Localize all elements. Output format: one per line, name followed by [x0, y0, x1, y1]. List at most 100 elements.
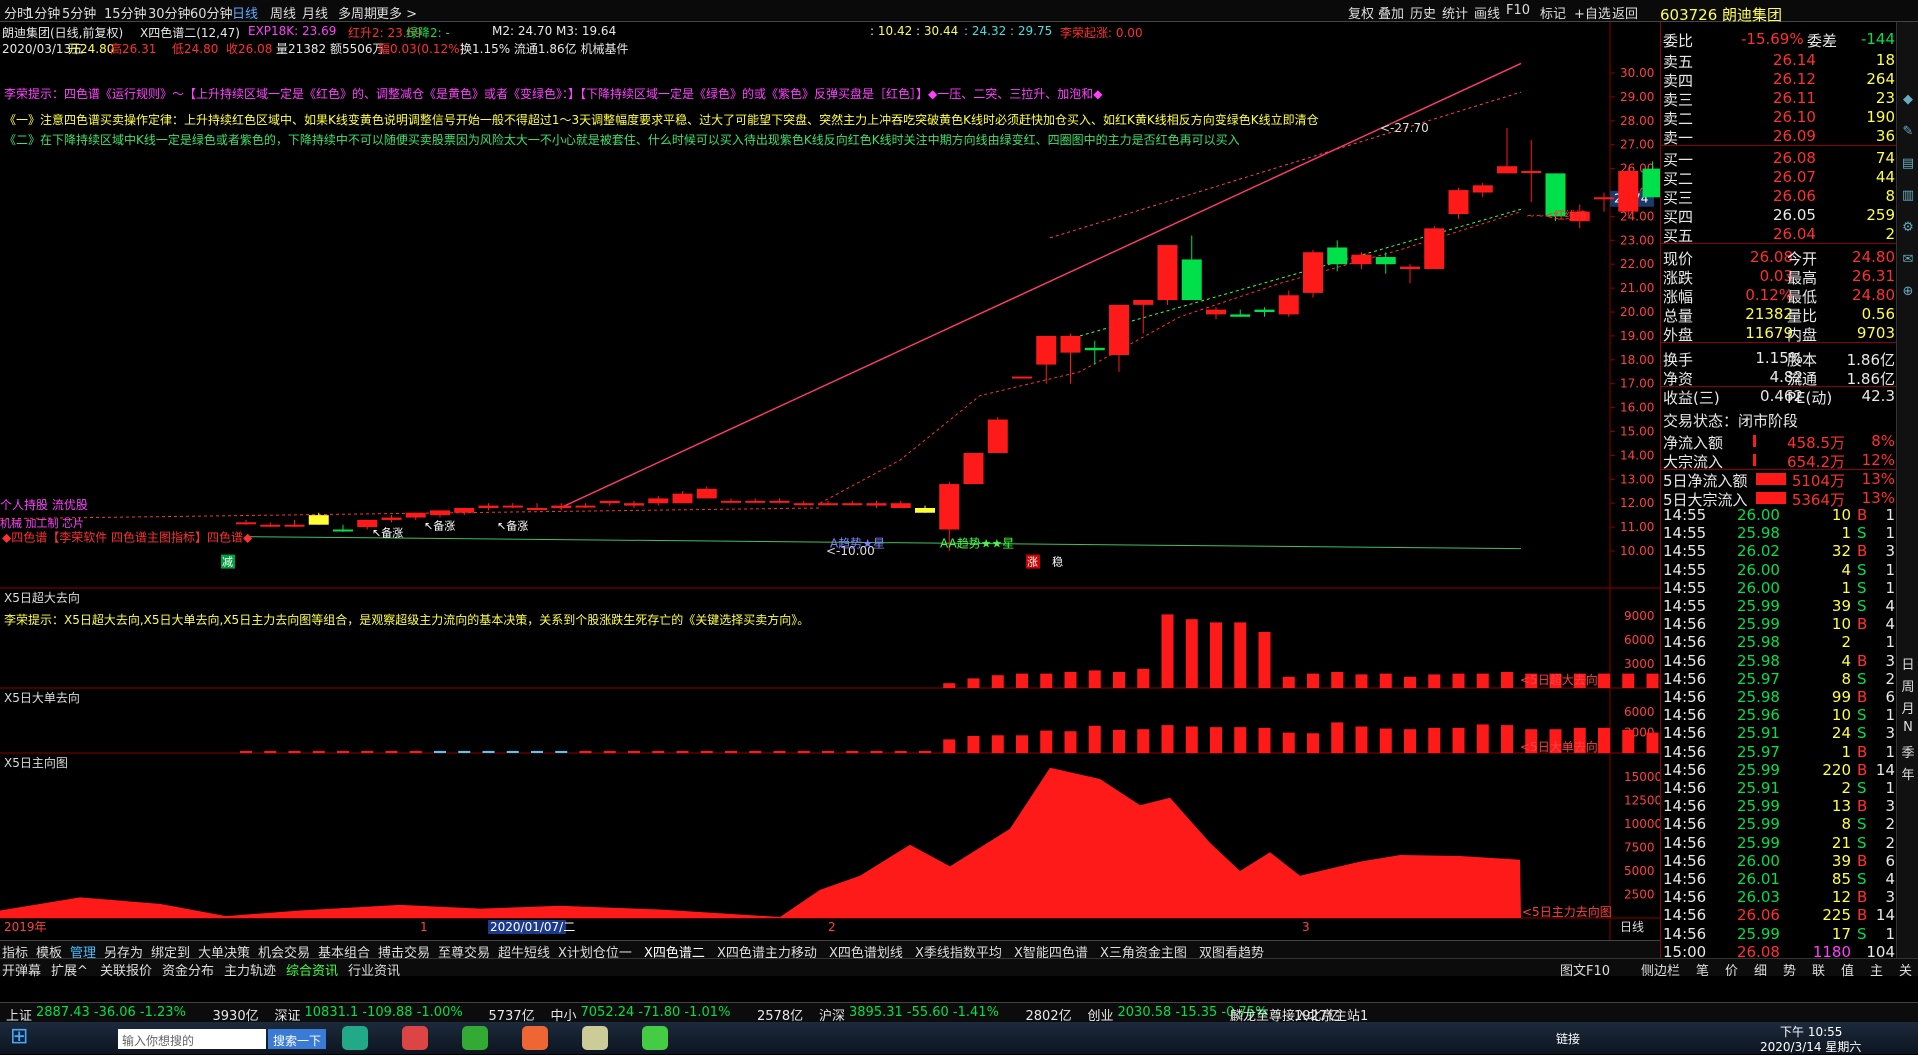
- right-tab-2[interactable]: 笔: [1696, 960, 1709, 979]
- stat-1-c0: 涨跌: [1663, 267, 1693, 288]
- bottom-tab-1[interactable]: 扩展^: [51, 960, 88, 979]
- tf-2[interactable]: 5分钟: [62, 3, 96, 22]
- sub1-bar-36: [1113, 672, 1125, 688]
- price-label-20: 10.00: [1620, 544, 1654, 558]
- kline-chart[interactable]: 30.0029.0028.0027.0026.0025.0024.0023.00…: [0, 22, 1660, 940]
- time-sel: 2020/01/07/二: [490, 920, 575, 934]
- sidebar-btn-0[interactable]: 日: [1897, 654, 1918, 673]
- sub2-bar-0: [240, 751, 252, 753]
- taskbar-app-4-icon[interactable]: [582, 1026, 608, 1050]
- sidebar-icon-3[interactable]: ▥: [1897, 188, 1918, 203]
- right-tab-9[interactable]: 关: [1899, 960, 1912, 979]
- sub1-bar-44: [1307, 674, 1319, 688]
- sidebar-icon-5[interactable]: ✉: [1897, 252, 1918, 267]
- search-box[interactable]: 输入你想搜的: [118, 1029, 266, 1049]
- note-0: 李荣提示：四色谱《运行规则》～【上升持续区域一定是《红色》的、调整减仓《是黄色》…: [4, 86, 1103, 101]
- sidebar-icon-4[interactable]: ⚙: [1897, 220, 1918, 235]
- taskbar-app-0-icon[interactable]: [342, 1026, 368, 1050]
- sidebar-btn-1[interactable]: 周: [1897, 676, 1918, 695]
- tick-9-c4: 2: [1885, 670, 1895, 688]
- right-tab-6[interactable]: 联: [1812, 960, 1825, 979]
- tick-0-c1: 26.00: [1737, 506, 1780, 524]
- right-tab-0[interactable]: 图文F10: [1560, 960, 1610, 979]
- right-tab-7[interactable]: 值: [1841, 960, 1854, 979]
- sub2-bar-11: [507, 751, 519, 753]
- candle-body-21: [745, 501, 765, 503]
- toolbar-btn-4[interactable]: 画线: [1474, 3, 1500, 22]
- bottom-tab-6[interactable]: 行业资讯: [348, 960, 400, 979]
- index-1-val: 10831.1 -109.88 -1.00%: [305, 1005, 463, 1020]
- sub2-bar-31: [992, 735, 1004, 753]
- tick-17: 14:5625.998S2: [1661, 815, 1897, 834]
- price-label-16: 14.00: [1620, 448, 1654, 462]
- time-m3: 3: [1302, 920, 1310, 934]
- right-tab-3[interactable]: 价: [1725, 960, 1738, 979]
- ask-4-c1: 26.09: [1773, 127, 1816, 145]
- toolbar-btn-3[interactable]: 统计: [1442, 3, 1468, 22]
- taskbar-app-5-icon[interactable]: [642, 1026, 668, 1050]
- sub2-bar-18: [677, 751, 689, 753]
- right-tab-8[interactable]: 主: [1870, 960, 1883, 979]
- tick-11-c2: 10: [1811, 706, 1851, 724]
- sidebar-icon-6[interactable]: ⊕: [1897, 284, 1918, 299]
- sub2-bar-2: [289, 751, 301, 753]
- quote-panel: 委比-15.69%委差-144卖五26.1418卖四26.12264卖三26.1…: [1660, 22, 1896, 972]
- tick-14-c4: 14: [1876, 761, 1895, 779]
- ask-1-c0: 卖四: [1663, 70, 1693, 91]
- toolbar-btn-2[interactable]: 历史: [1410, 3, 1436, 22]
- tick-18-c0: 14:56: [1663, 834, 1706, 852]
- ask-0: 卖五26.1418: [1661, 51, 1897, 70]
- sidebar-btn-3[interactable]: N: [1897, 720, 1918, 735]
- toolbar-btn-7[interactable]: +自选: [1574, 3, 1611, 22]
- sidebar-btn-2[interactable]: 月: [1897, 698, 1918, 717]
- candle-body-42: [1255, 310, 1275, 312]
- tf-9[interactable]: 多周期: [338, 3, 377, 22]
- taskbar-app-1-icon[interactable]: [402, 1026, 428, 1050]
- stat-4-c0: 外盘: [1663, 324, 1693, 345]
- toolbar-btn-1[interactable]: 叠加: [1378, 3, 1404, 22]
- tf-8[interactable]: 月线: [302, 3, 328, 22]
- tf-1[interactable]: 1分钟: [26, 3, 60, 22]
- tf-7[interactable]: 周线: [270, 3, 296, 22]
- stat-0-c0: 现价: [1663, 248, 1693, 269]
- start-button[interactable]: ⊞: [10, 1024, 28, 1049]
- bottom-tab-4[interactable]: 主力轨迹: [224, 960, 276, 979]
- tf-6[interactable]: 日线: [232, 3, 258, 22]
- bid-4-c1: 26.04: [1773, 225, 1816, 243]
- taskbar-app-2-icon[interactable]: [462, 1026, 488, 1050]
- bottom-tab-2[interactable]: 关联报价: [100, 960, 152, 979]
- tf-4[interactable]: 30分钟: [148, 3, 191, 22]
- tick-20-c3: S: [1857, 870, 1867, 888]
- sidebar-btn-4[interactable]: 季: [1897, 742, 1918, 761]
- sidebar-icon-2[interactable]: ▤: [1897, 156, 1918, 171]
- taskbar-app-3-icon[interactable]: [522, 1026, 548, 1050]
- sidebar-btn-5[interactable]: 年: [1897, 764, 1918, 783]
- right-tab-4[interactable]: 细: [1754, 960, 1767, 979]
- tick-15-c0: 14:56: [1663, 779, 1706, 797]
- toolbar-btn-5[interactable]: F10: [1506, 3, 1530, 18]
- right-tab-5[interactable]: 势: [1783, 960, 1796, 979]
- price-label-19: 11.00: [1620, 520, 1654, 534]
- tf-5[interactable]: 60分钟: [190, 3, 233, 22]
- support-dash-green: [1080, 209, 1521, 336]
- tick-4-c3: S: [1857, 579, 1867, 597]
- tf-3[interactable]: 15分钟: [104, 3, 147, 22]
- tick-2-c3: B: [1857, 542, 1867, 560]
- bid-3-c1: 26.05: [1773, 206, 1816, 224]
- search-button[interactable]: 搜索一下: [268, 1029, 326, 1049]
- bottom-tab-0[interactable]: 开弹幕: [2, 960, 41, 979]
- right-sidebar: 日周月N季年 ◆ ✎ ▤ ▥ ⚙ ✉ ⊕: [1896, 22, 1918, 972]
- sidebar-icon-1[interactable]: ✎: [1897, 124, 1918, 139]
- tick-3: 14:5526.004S1: [1661, 561, 1897, 580]
- tick-12-c0: 14:56: [1663, 724, 1706, 742]
- toolbar-btn-8[interactable]: 返回: [1612, 3, 1638, 22]
- tf-10[interactable]: 更多 >: [376, 3, 417, 22]
- right-tab-1[interactable]: 侧边栏: [1641, 960, 1680, 979]
- candle-body-34: [1061, 336, 1081, 353]
- toolbar-btn-6[interactable]: 标记: [1540, 3, 1566, 22]
- sidebar-icon-0[interactable]: ◆: [1897, 92, 1918, 107]
- tick-3-c1: 26.00: [1737, 561, 1780, 579]
- bottom-tab-3[interactable]: 资金分布: [162, 960, 214, 979]
- toolbar-btn-0[interactable]: 复权: [1348, 3, 1374, 22]
- bottom-tab-5[interactable]: 综合资讯: [286, 960, 338, 979]
